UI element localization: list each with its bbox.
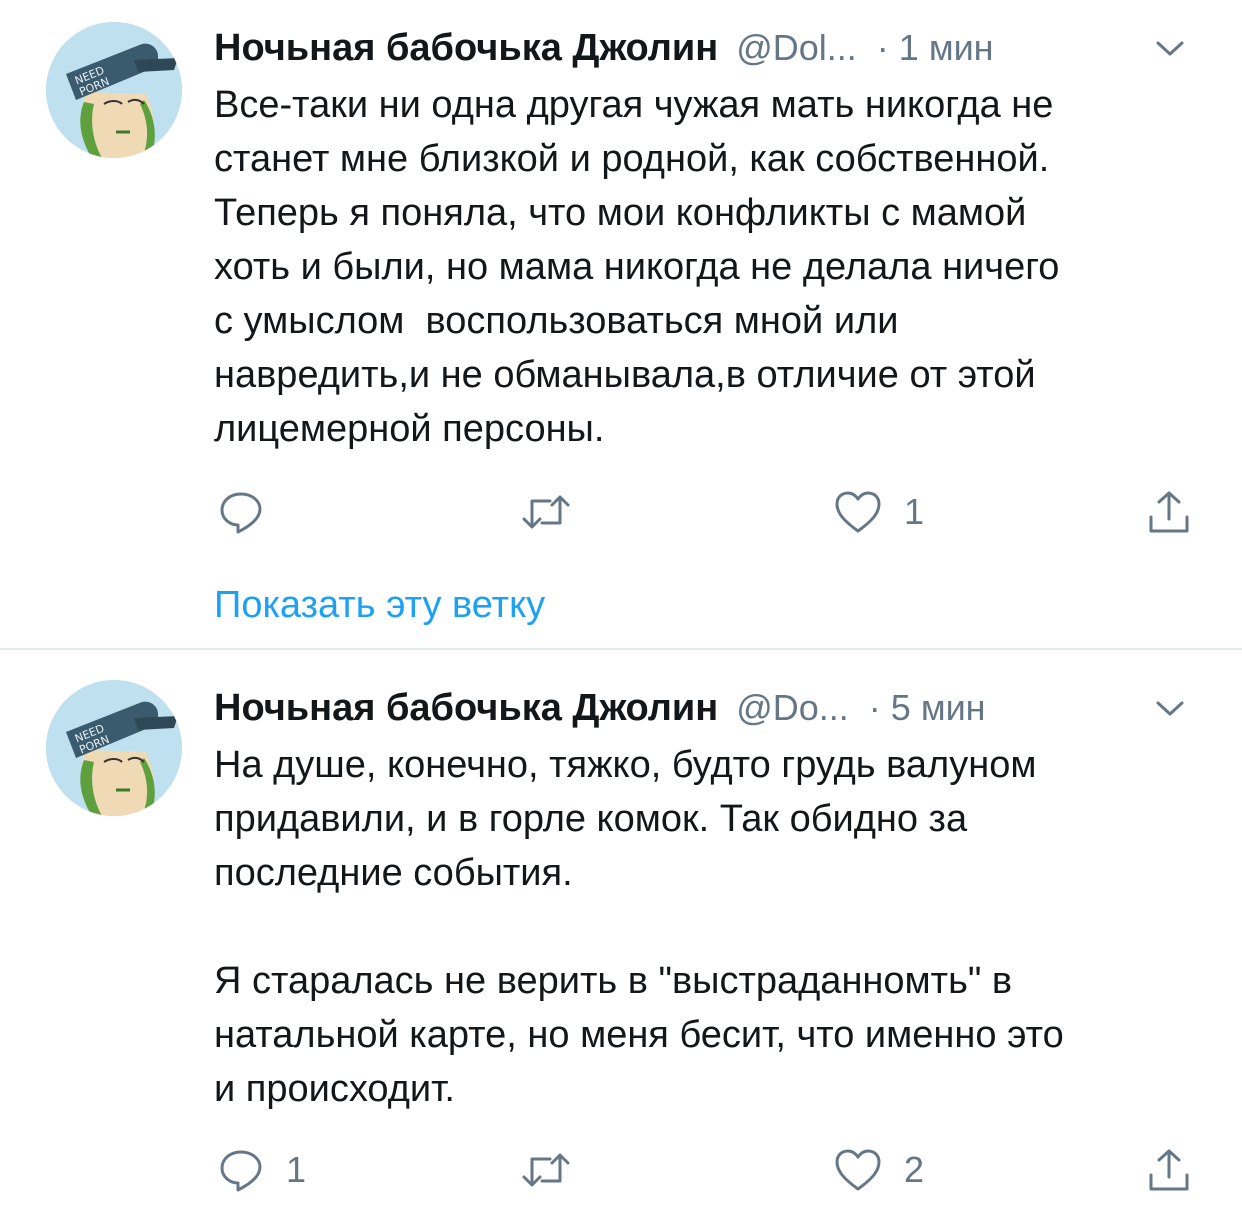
tweet-header: Ночьная бабочька Джолин @Dol... · 1 мин [214, 20, 1202, 76]
retweet-button[interactable] [520, 484, 594, 540]
retweet-icon [520, 1147, 572, 1193]
separator-dot: · [868, 687, 881, 728]
author-handle[interactable]: @Dol... [736, 27, 857, 69]
heart-icon [834, 1147, 882, 1193]
reply-icon [218, 1147, 264, 1193]
tweet-actions: 1 [214, 484, 1202, 540]
timestamp[interactable]: 5 мин [891, 687, 986, 729]
share-icon [1146, 489, 1192, 535]
reply-count: 1 [286, 1149, 307, 1190]
tweet[interactable]: NEED PORN Ночьная бабочька Джолин @Dol..… [0, 0, 1242, 648]
timestamp[interactable]: 1 мин [899, 27, 994, 69]
tweet-actions: 1 2 [214, 1142, 1202, 1198]
show-thread-link[interactable]: Показать эту ветку [214, 584, 545, 627]
avatar[interactable]: NEED PORN [46, 680, 182, 816]
author-name[interactable]: Ночьная бабочька Джолин [214, 27, 718, 70]
like-button[interactable]: 2 [834, 1142, 924, 1198]
share-button[interactable] [1146, 1142, 1192, 1198]
author-name[interactable]: Ночьная бабочька Джолин [214, 687, 718, 730]
tweet-text: Все-таки ни одна другая чужая мать никог… [214, 84, 1060, 450]
reply-icon [218, 489, 264, 535]
share-button[interactable] [1146, 484, 1192, 540]
tweet-header: Ночьная бабочька Джолин @Do... · 5 мин [214, 680, 1202, 736]
retweet-icon [520, 489, 572, 535]
retweet-button[interactable] [520, 1142, 594, 1198]
tweet[interactable]: NEED PORN Ночьная бабочька Джолин @Do...… [0, 650, 1242, 1232]
reply-button[interactable] [218, 484, 286, 540]
avatar-image [46, 680, 182, 816]
avatar-image [46, 22, 182, 158]
author-handle[interactable]: @Do... [736, 687, 849, 729]
reply-button[interactable]: 1 [218, 1142, 306, 1198]
share-icon [1146, 1147, 1192, 1193]
tweet-text: На душе, конечно, тяжко, будто грудь вал… [214, 744, 1064, 1110]
like-count: 1 [904, 491, 925, 532]
chevron-down-icon[interactable] [1152, 30, 1188, 66]
avatar[interactable]: NEED PORN [46, 22, 182, 158]
like-count: 2 [904, 1149, 925, 1190]
heart-icon [834, 489, 882, 535]
separator-dot: · [876, 27, 889, 68]
chevron-down-icon[interactable] [1152, 690, 1188, 726]
like-button[interactable]: 1 [834, 484, 924, 540]
